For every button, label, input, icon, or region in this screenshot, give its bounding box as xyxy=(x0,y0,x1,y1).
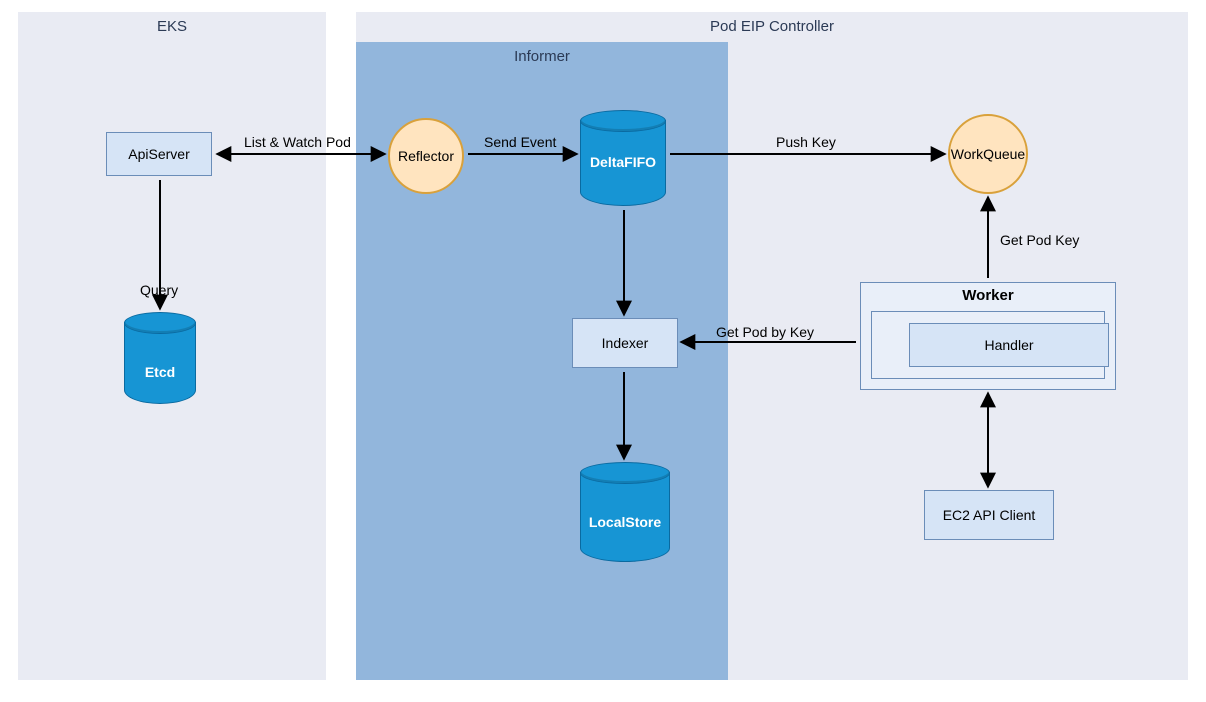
edge-label-get-pod-by-key: Get Pod by Key xyxy=(716,324,814,340)
node-reflector: Reflector xyxy=(388,118,464,194)
edge-label-send-event: Send Event xyxy=(484,134,556,150)
node-deltafifo: DeltaFIFO xyxy=(580,110,666,206)
node-apiserver: ApiServer xyxy=(106,132,212,176)
node-etcd-label: Etcd xyxy=(124,364,196,380)
node-indexer-label: Indexer xyxy=(602,335,649,351)
edge-label-push-key: Push Key xyxy=(776,134,836,150)
node-deltafifo-label: DeltaFIFO xyxy=(580,154,666,170)
node-reflector-label: Reflector xyxy=(398,148,454,164)
edge-label-get-pod-key: Get Pod Key xyxy=(1000,232,1079,248)
node-worker: Worker Handler xyxy=(860,282,1116,390)
node-workqueue: WorkQueue xyxy=(948,114,1028,194)
node-workqueue-label: WorkQueue xyxy=(951,146,1025,162)
node-etcd: Etcd xyxy=(124,312,196,404)
node-ec2client-label: EC2 API Client xyxy=(943,507,1036,523)
node-indexer: Indexer xyxy=(572,318,678,368)
node-handler: Handler xyxy=(909,323,1109,367)
edge-label-list-watch: List & Watch Pod xyxy=(244,134,351,150)
diagram-canvas: EKS Pod EIP Controller Informer ApiServe… xyxy=(0,0,1206,702)
node-worker-label: Worker xyxy=(861,283,1115,304)
region-title-eks: EKS xyxy=(18,18,326,35)
region-title-informer: Informer xyxy=(356,48,728,65)
region-title-controller: Pod EIP Controller xyxy=(356,18,1188,35)
node-apiserver-label: ApiServer xyxy=(128,146,189,162)
node-ec2client: EC2 API Client xyxy=(924,490,1054,540)
node-localstore-label: LocalStore xyxy=(580,514,670,530)
edge-label-query: Query xyxy=(140,282,178,298)
node-handler-label: Handler xyxy=(984,337,1033,353)
node-localstore: LocalStore xyxy=(580,462,670,562)
